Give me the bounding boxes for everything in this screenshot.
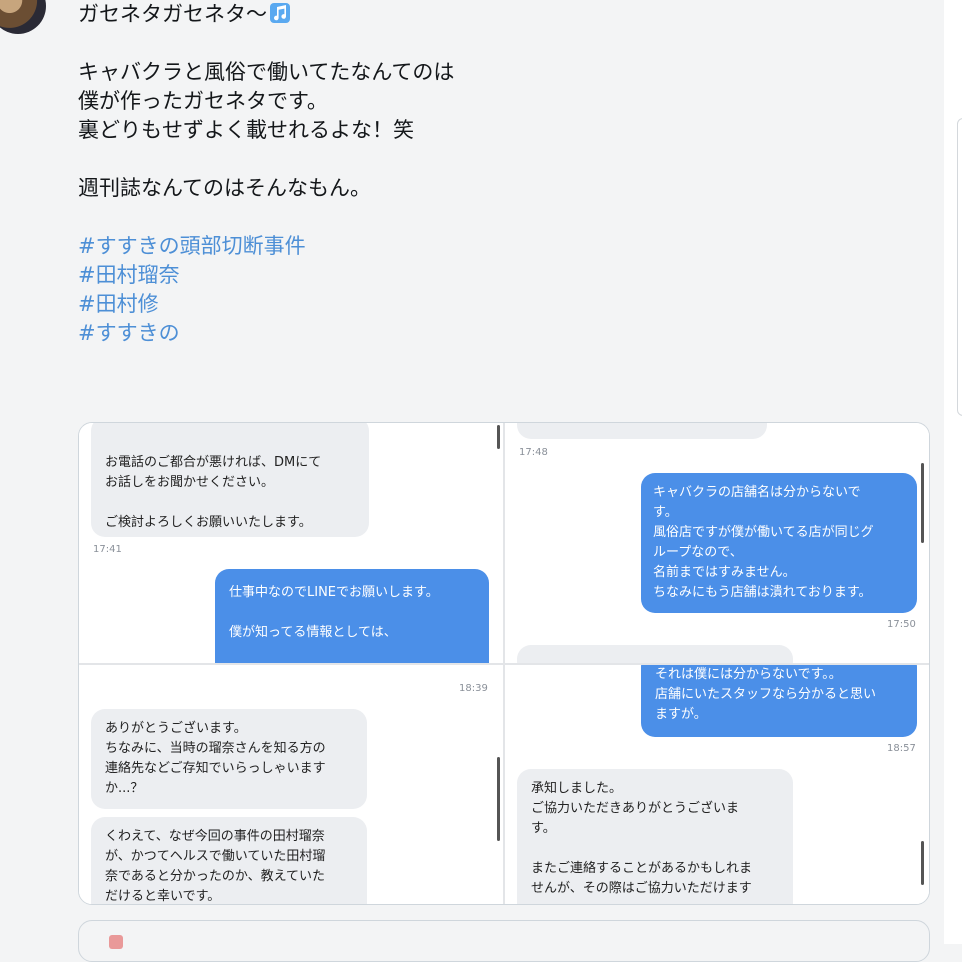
scrollbar[interactable] [921, 463, 924, 543]
chat-text: くわえて、なぜ今回の事件の田村瑠奈 [105, 829, 325, 844]
chat-timestamp: 18:39 [459, 683, 488, 694]
card-thumbnail [109, 935, 123, 949]
chat-timestamp: 17:48 [519, 447, 548, 458]
tweet-line: 裏どりもせずよく載せれるよな！笑 [78, 118, 414, 142]
hashtag-link[interactable]: #すすきの頭部切断事件 [78, 232, 454, 261]
chat-text: 承知しました。 [531, 781, 623, 796]
tweet-media-grid[interactable]: お電話のご都合が悪ければ、DMにて お話しをお聞かせください。 ご検討よろしくお… [78, 422, 930, 905]
chat-bubble-outgoing: それは僕には分からないです。。 店舗にいたスタッフなら分かると思い ますが。 [641, 665, 917, 737]
media-pane-top-left[interactable]: お電話のご都合が悪ければ、DMにて お話しをお聞かせください。 ご検討よろしくお… [79, 423, 503, 663]
tweet-line: 僕が作ったガセネタです。 [78, 89, 328, 113]
tweet-line: ガセネタガセネタ〜 [78, 0, 454, 29]
quoted-card[interactable] [78, 920, 930, 962]
chat-text: 仕事中なのでLINEでお願いします。 [229, 585, 439, 600]
chat-bubble-incoming [517, 423, 767, 439]
chat-text: それは僕には分からないです。。 [655, 667, 842, 682]
chat-text: キャバクラの店舗名は分からないで [653, 485, 861, 500]
chat-text: ちなみにもう店舗は潰れております。 [653, 585, 872, 600]
chat-bubble-outgoing: キャバクラの店舗名は分からないで す。 風俗店ですが僕が働いてる店が同じグ ルー… [641, 473, 917, 613]
chat-text: 僕が知ってる情報としては、 [229, 625, 397, 640]
hashtag-link[interactable]: #田村修 [78, 290, 454, 319]
chat-bubble-incoming: くわえて、なぜ今回の事件の田村瑠奈 が、かつてヘルスで働いていた田村瑠 奈である… [91, 817, 367, 904]
tweet-line: キャバクラと風俗で働いてたなんてのは [78, 60, 455, 84]
chat-text: ループなので、 [653, 545, 743, 560]
chat-text: が、かつてヘルスで働いていた田村瑠 [105, 849, 326, 864]
media-pane-bottom-right[interactable]: それは僕には分からないです。。 店舗にいたスタッフなら分かると思い ますが。 1… [505, 665, 929, 904]
chat-text: またご連絡することがあるかもしれま [531, 861, 753, 876]
right-side-card [957, 118, 962, 416]
chat-text: 名前まではすみません。 [653, 565, 796, 580]
chat-bubble-outgoing: 仕事中なのでLINEでお願いします。 僕が知ってる情報としては、 [215, 569, 489, 663]
chat-timestamp: 17:41 [93, 544, 122, 555]
user-avatar[interactable] [0, 0, 46, 34]
chat-text: ご検討よろしくお願いいたします。 [105, 515, 312, 530]
chat-text: お電話のご都合が悪ければ、DMにて [105, 455, 322, 470]
chat-bubble-incoming [517, 645, 793, 663]
media-pane-bottom-left[interactable]: 18:39 ありがとうございます。 ちなみに、当時の瑠奈さんを知る方の 連絡先な… [79, 665, 503, 904]
chat-bubble-incoming: 承知しました。 ご協力いただきありがとうございま す。 またご連絡することがある… [517, 769, 793, 904]
hashtag-link[interactable]: #すすきの [78, 319, 454, 348]
chat-timestamp: 17:50 [887, 619, 916, 630]
scrollbar[interactable] [921, 841, 924, 885]
chat-timestamp: 18:57 [887, 743, 916, 754]
chat-text: ちなみに、当時の瑠奈さんを知る方の [105, 741, 326, 756]
chat-text: か...？ [105, 781, 144, 796]
chat-bubble-incoming: ありがとうございます。 ちなみに、当時の瑠奈さんを知る方の 連絡先などご存知でい… [91, 709, 367, 809]
chat-text: 奈であると分かったのか、教えていた [105, 869, 325, 884]
chat-text: だけると幸いです。 [105, 889, 221, 904]
chat-text: す。 [531, 821, 556, 836]
chat-bubble-incoming: お電話のご都合が悪ければ、DMにて お話しをお聞かせください。 ご検討よろしくお… [91, 423, 369, 537]
chat-text: お話しをお聞かせください。 [105, 475, 275, 490]
chat-text: 風俗店ですが僕が働いてる店が同じグ [653, 525, 874, 540]
chat-text: す。 [653, 505, 678, 520]
tweet-line: 週刊誌なんてのはそんなもん。 [78, 176, 371, 200]
scrollbar[interactable] [497, 757, 500, 841]
chat-text: 連絡先などご存知でいらっしゃいます [105, 761, 326, 776]
tweet-body: ガセネタガセネタ〜 キャバクラと風俗で働いてたなんてのは 僕が作ったガセネタです… [78, 0, 454, 348]
scrollbar[interactable] [497, 425, 500, 449]
chat-text: ご協力いただきありがとうございま [531, 801, 740, 816]
chat-text: ますが。 [655, 707, 707, 722]
media-pane-top-right[interactable]: 17:48 キャバクラの店舗名は分からないで す。 風俗店ですが僕が働いてる店が… [505, 423, 929, 663]
chat-text: 店舗にいたスタッフなら分かると思い [655, 687, 877, 702]
hashtag-link[interactable]: #田村瑠奈 [78, 261, 454, 290]
chat-text: せんが、その際はご協力いただけます [531, 881, 752, 896]
music-note-icon [270, 3, 290, 23]
media-divider-horizontal [79, 663, 929, 665]
chat-text: ありがとうございます。 [105, 721, 247, 736]
